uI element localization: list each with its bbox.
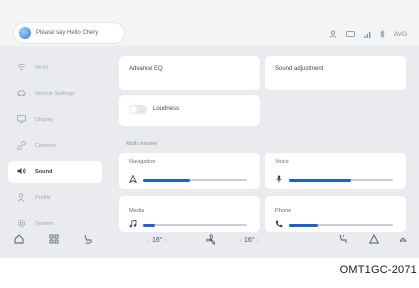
home-button[interactable]	[14, 234, 24, 246]
voice-volume-label: Voice	[275, 159, 289, 165]
voice-volume-slider[interactable]	[289, 178, 393, 182]
navigation-volume-fill	[143, 178, 190, 182]
sidebar-item-label: System	[35, 221, 54, 227]
apps-button[interactable]	[49, 234, 59, 246]
navigation-volume-label: Navigation	[129, 159, 156, 165]
sidebar-item-label: Sound	[35, 169, 53, 175]
sidebar-item-wifi[interactable]: Wi-Fi	[8, 57, 102, 79]
advanced-eq-label: Advance EQ	[129, 66, 163, 72]
signal-icon	[363, 31, 371, 38]
hazard-button[interactable]	[368, 234, 380, 246]
navigation-volume-card: Navigation	[119, 153, 260, 189]
loudness-card: Loudness	[119, 95, 260, 126]
temp-decrease-left-icon[interactable]: ‹	[148, 238, 150, 244]
left-temperature[interactable]: ‹ 16° ›	[148, 237, 167, 244]
media-volume-card: Media	[119, 196, 260, 232]
link-icon	[16, 140, 26, 152]
user-icon[interactable]	[329, 30, 337, 38]
seat-button[interactable]	[83, 234, 93, 246]
defrost-button[interactable]	[398, 234, 408, 246]
voice-volume-card: Voice	[265, 153, 406, 189]
sidebar-item-display[interactable]: Display	[8, 109, 102, 131]
navigation-icon	[128, 174, 138, 185]
sidebar-item-connect[interactable]: Connect	[8, 135, 102, 157]
top-bar: Please say Hello Chery AVG	[0, 0, 419, 46]
status-time: AVG	[393, 30, 407, 38]
microphone-icon	[275, 175, 283, 185]
temp-increase-right-icon[interactable]: ›	[257, 238, 259, 244]
fan-button[interactable]	[205, 234, 217, 248]
navigation-volume-slider[interactable]	[143, 178, 247, 182]
seat-heat-button[interactable]	[338, 234, 348, 246]
voice-volume-fill	[289, 178, 352, 182]
loudness-toggle[interactable]	[129, 105, 147, 114]
phone-volume-slider[interactable]	[289, 223, 393, 227]
media-volume-slider[interactable]	[143, 223, 247, 227]
left-temp-value: 16	[151, 237, 160, 244]
phone-volume-fill	[289, 223, 319, 227]
advanced-eq-card[interactable]: Advance EQ	[119, 56, 260, 90]
loudness-label: Loudness	[153, 106, 180, 112]
bluetooth-icon	[380, 30, 385, 38]
figure-code: OMT1GC-2071	[339, 264, 417, 276]
phone-volume-card: Phone	[265, 196, 406, 232]
display-icon	[16, 115, 26, 125]
temp-decrease-right-icon[interactable]: ‹	[240, 238, 242, 244]
sidebar-item-vehicle-settings[interactable]: Vehicle Settings	[8, 83, 102, 105]
voice-prompt-text: Please say Hello Chery	[36, 30, 99, 36]
car-icon	[16, 90, 26, 99]
voice-assistant-icon	[19, 27, 31, 39]
right-temperature[interactable]: ‹ 16° ›	[240, 237, 259, 244]
volume-section-title: Multi volume	[126, 141, 158, 147]
phone-volume-label: Phone	[275, 208, 292, 214]
sidebar-item-sound[interactable]: Sound	[8, 161, 102, 183]
infotainment-screen: Please say Hello Chery AVG Wi-Fi Vehicle…	[0, 0, 419, 258]
sidebar-item-label: Profile	[35, 195, 51, 201]
media-volume-label: Media	[129, 208, 145, 214]
speaker-icon	[16, 167, 26, 177]
media-volume-fill	[143, 223, 156, 227]
sidebar-item-profile[interactable]: Profile	[8, 187, 102, 209]
temp-increase-left-icon[interactable]: ›	[165, 238, 167, 244]
sidebar-item-label: Connect	[35, 143, 56, 149]
person-icon	[16, 192, 26, 204]
music-icon	[129, 219, 137, 230]
phone-icon	[275, 220, 283, 230]
wifi-icon	[16, 63, 26, 73]
sidebar-item-label: Vehicle Settings	[35, 91, 75, 97]
status-area: AVG	[329, 30, 407, 38]
sound-adjustment-label: Sound adjustment	[275, 66, 324, 72]
sidebar-item-label: Wi-Fi	[35, 65, 49, 71]
right-temp-value: 16	[243, 237, 252, 244]
gear-icon	[16, 219, 26, 230]
sound-adjustment-card[interactable]: Sound adjustment	[265, 56, 406, 90]
screen-icon[interactable]	[345, 30, 355, 38]
voice-assistant-button[interactable]: Please say Hello Chery	[13, 22, 125, 44]
sidebar-item-system[interactable]: System	[8, 213, 102, 235]
sidebar-item-label: Display	[35, 117, 54, 123]
